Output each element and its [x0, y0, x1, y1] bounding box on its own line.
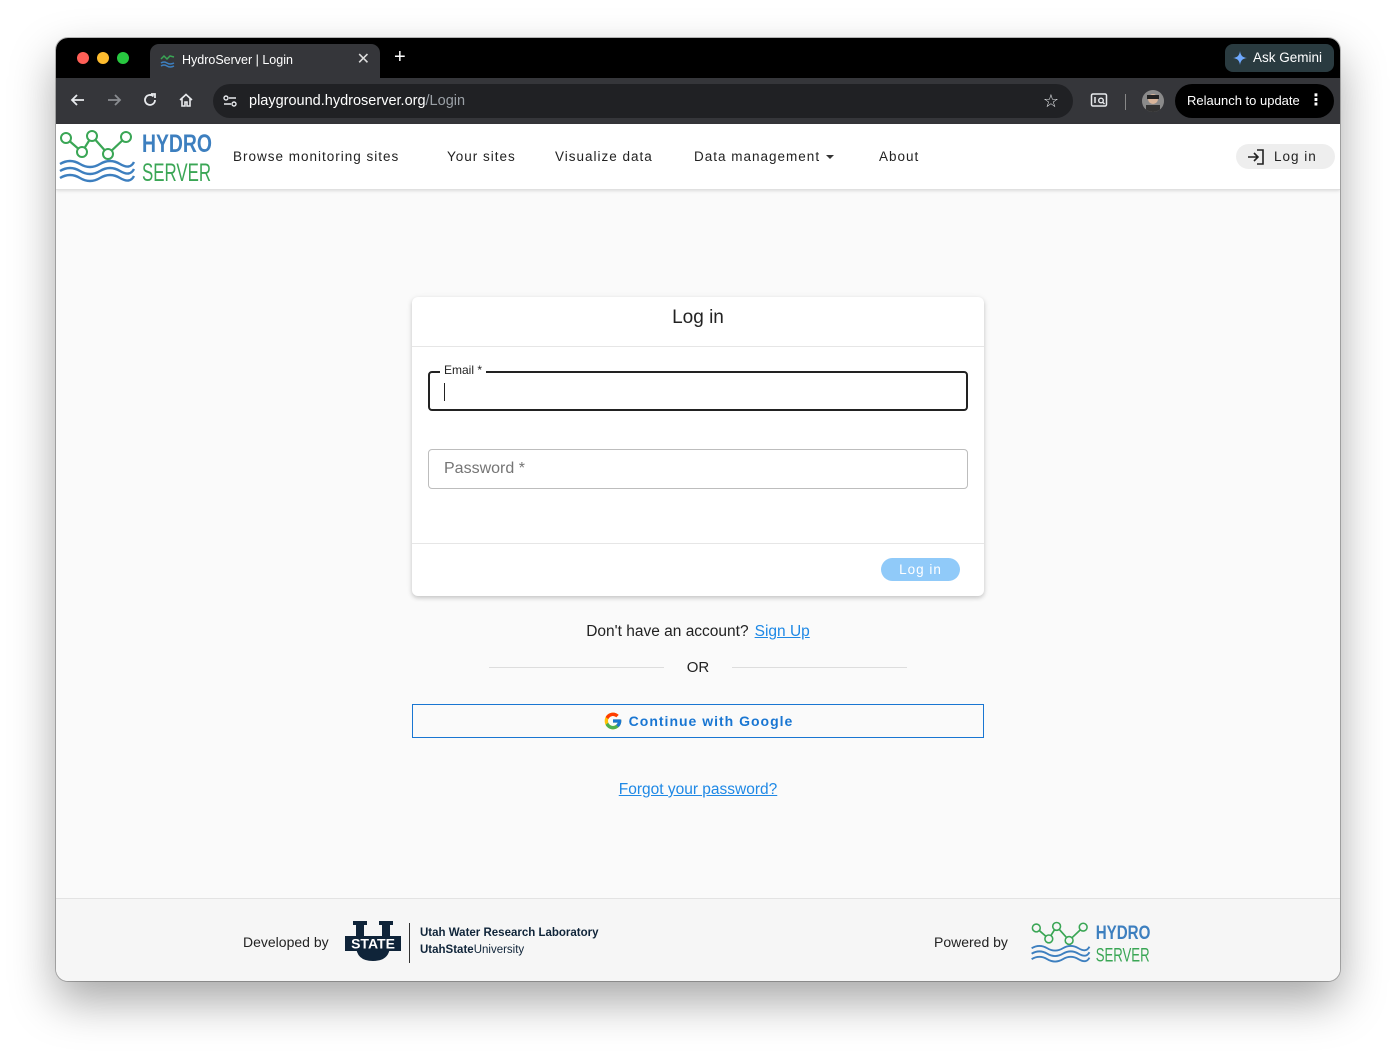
card-divider	[412, 543, 984, 544]
usu-logo-divider	[409, 923, 410, 963]
email-field[interactable]: Email *	[428, 363, 968, 411]
signup-row: Don't have an account? Sign Up	[56, 623, 1340, 641]
hydroserver-logo[interactable]: HYDRO SERVER	[56, 124, 216, 188]
ask-gemini-label: Ask Gemini	[1252, 50, 1322, 65]
tab-title: HydroServer | Login	[182, 53, 293, 67]
powered-by-label: Powered by	[934, 934, 1008, 950]
text-cursor	[444, 383, 445, 401]
developed-by-label: Developed by	[243, 934, 329, 950]
maximize-window-button[interactable]	[117, 52, 129, 64]
signup-link[interactable]: Sign Up	[755, 623, 810, 640]
password-label: Password *	[444, 460, 525, 477]
page-footer: Developed by STATE Utah Water Research L…	[56, 898, 1340, 981]
back-arrow-icon[interactable]	[69, 91, 87, 109]
relaunch-label: Relaunch to update	[1187, 93, 1300, 108]
footer-logo-text-hydro: HYDRO	[1096, 922, 1151, 944]
profile-avatar-icon	[1142, 90, 1164, 112]
card-divider	[412, 346, 984, 347]
login-card: Log in Email * Password * Log in	[412, 297, 984, 596]
toolbar-divider	[1125, 94, 1126, 110]
bookmark-star-icon[interactable]: ☆	[1043, 91, 1059, 111]
nav-data-management[interactable]: Data management	[694, 149, 835, 164]
nav-about[interactable]: About	[879, 149, 919, 164]
address-bar[interactable]: playground.hydroserver.org/Login ☆	[213, 84, 1073, 118]
usu-state-text: STATE	[351, 936, 395, 952]
minimize-window-button[interactable]	[97, 52, 109, 64]
browser-tab-active[interactable]: HydroServer | Login ✕	[150, 44, 380, 78]
google-g-icon	[604, 712, 622, 730]
nav-data-management-label: Data management	[694, 149, 821, 164]
new-tab-button[interactable]: +	[394, 46, 406, 68]
nav-your-sites[interactable]: Your sites	[447, 149, 516, 164]
reading-mode-icon[interactable]	[1090, 91, 1108, 109]
continue-with-google-button[interactable]: Continue with Google	[412, 704, 984, 738]
or-text: OR	[686, 659, 710, 676]
home-icon[interactable]	[177, 91, 195, 109]
google-button-label: Continue with Google	[628, 713, 794, 729]
nav-visualize-data[interactable]: Visualize data	[555, 149, 653, 164]
header-login-label: Log in	[1274, 149, 1317, 164]
caret-down-icon	[826, 155, 835, 160]
logo-text-server: SERVER	[142, 159, 211, 187]
reload-icon[interactable]	[141, 91, 159, 109]
nav-browse-monitoring-sites[interactable]: Browse monitoring sites	[233, 149, 399, 164]
usu-logo[interactable]: STATE	[345, 921, 401, 965]
site-settings-icon[interactable]	[222, 93, 238, 109]
usu-name-bold: UtahState	[420, 944, 474, 956]
tab-strip: HydroServer | Login ✕ + Ask Gemini	[56, 38, 1340, 78]
tab-close-icon[interactable]: ✕	[357, 51, 370, 69]
signup-prompt: Don't have an account?	[586, 623, 749, 640]
hydroserver-footer-logo[interactable]: HYDRO SERVER	[1026, 917, 1156, 967]
app-header: HYDRO SERVER Browse monitoring sites You…	[56, 124, 1340, 190]
hydroserver-favicon-icon	[160, 54, 175, 68]
profile-avatar[interactable]	[1142, 90, 1164, 112]
footer-logo-text-server: SERVER	[1096, 945, 1150, 967]
email-label: Email *	[440, 363, 487, 377]
usu-u-state-icon: STATE	[345, 921, 401, 961]
usu-name: UtahStateUniversity	[420, 944, 524, 956]
close-window-button[interactable]	[77, 52, 89, 64]
logo-text-hydro: HYDRO	[142, 130, 212, 158]
browser-menu-icon[interactable]: ⋮	[1308, 84, 1324, 118]
gemini-sparkle-icon	[1232, 51, 1247, 65]
login-card-title: Log in	[672, 307, 724, 328]
forgot-password-row: Forgot your password?	[56, 781, 1340, 799]
login-submit-button[interactable]: Log in	[881, 558, 960, 581]
url-path: /Login	[425, 93, 466, 109]
hydroserver-footer-logo-graph-icon	[1031, 921, 1091, 963]
url-text: playground.hydroserver.org/Login	[249, 93, 465, 109]
ask-gemini-button[interactable]: Ask Gemini	[1224, 44, 1334, 72]
browser-window: HydroServer | Login ✕ + Ask Gemini playg…	[56, 38, 1340, 981]
url-host: playground.hydroserver.org	[249, 93, 426, 109]
login-enter-icon	[1248, 149, 1264, 165]
hydroserver-logo-graph-icon	[59, 130, 136, 183]
usu-name-rest: University	[473, 944, 525, 956]
relaunch-to-update-button[interactable]: Relaunch to update ⋮	[1175, 84, 1334, 118]
browser-toolbar: playground.hydroserver.org/Login ☆ Relau…	[56, 78, 1340, 124]
password-field[interactable]: Password *	[428, 449, 968, 489]
header-login-button[interactable]: Log in	[1236, 144, 1335, 169]
forward-arrow-icon[interactable]	[105, 91, 123, 109]
uwrl-name: Utah Water Research Laboratory	[420, 927, 599, 939]
forgot-password-link[interactable]: Forgot your password?	[619, 781, 778, 798]
